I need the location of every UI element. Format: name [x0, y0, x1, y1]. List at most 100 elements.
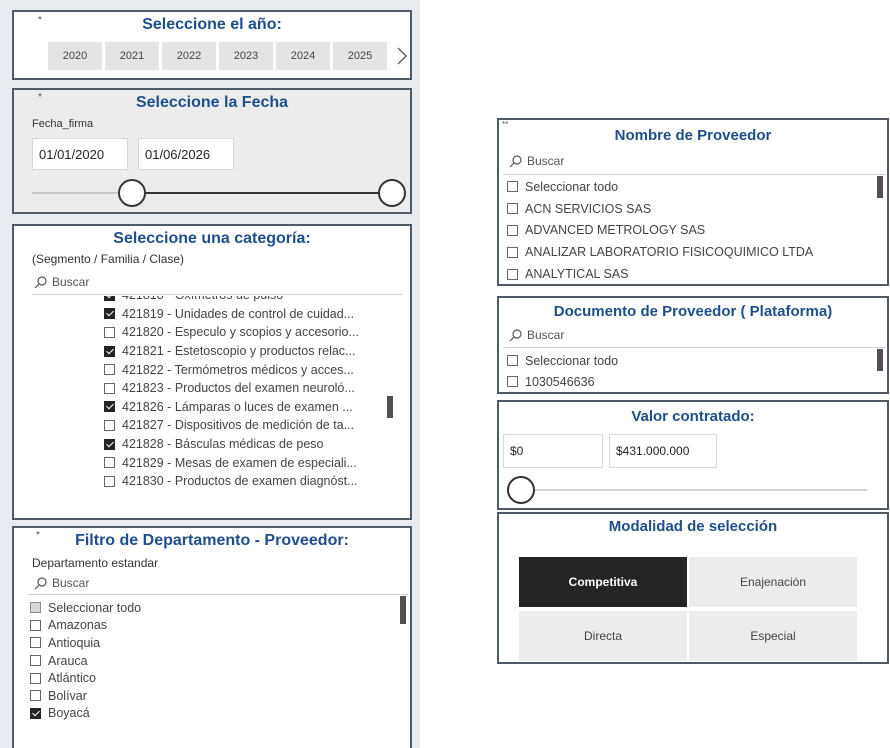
checkbox-icon[interactable]: [104, 308, 115, 320]
category-search[interactable]: Buscar: [34, 275, 89, 289]
provider-name-scrollbar[interactable]: [877, 176, 883, 198]
category-item[interactable]: 421819 - Unidades de control de cuidad..…: [104, 305, 394, 324]
checkbox-icon[interactable]: [507, 246, 518, 258]
department-item[interactable]: Atlántico: [30, 669, 400, 687]
department-search-divider: [28, 594, 408, 595]
checkbox-icon[interactable]: [104, 364, 115, 376]
provider-name-divider: [503, 174, 885, 175]
department-slicer-title: Filtro de Departamento - Proveedor:: [75, 532, 349, 549]
department-item[interactable]: Bolívar: [30, 687, 400, 705]
department-item[interactable]: Antioquia: [30, 634, 400, 652]
checkbox-icon[interactable]: [104, 419, 115, 431]
provider-name-item[interactable]: ANALIZAR LABORATORIO FISICOQUIMICO LTDA: [507, 241, 877, 263]
search-icon: [34, 275, 47, 288]
category-item-label: 421822 - Termómetros médicos y acces...: [122, 362, 354, 377]
provider-doc-item[interactable]: 1030546636: [507, 371, 877, 392]
modality-option-button[interactable]: Directa: [519, 611, 687, 661]
provider-name-item-label: ADVANCED METROLOGY SAS: [525, 223, 706, 238]
department-item[interactable]: Amazonas: [30, 617, 400, 635]
checkbox-icon[interactable]: [104, 475, 115, 487]
year-button[interactable]: 2020: [48, 42, 102, 70]
category-search-divider: [32, 294, 402, 295]
category-item[interactable]: 421818 - Oxímetros de pulso: [104, 296, 394, 305]
checkbox-icon[interactable]: [30, 690, 41, 702]
department-item-label: Seleccionar todo: [48, 600, 142, 615]
date-slicer-title: Seleccione la Fecha: [135, 94, 289, 111]
provider-name-item-label: ACN SERVICIOS SAS: [525, 201, 652, 216]
provider-name-list: Seleccionar todo ACN SERVICIOS SAS ADVANCE…: [507, 176, 877, 284]
checkbox-icon[interactable]: [104, 438, 115, 450]
year-button[interactable]: 2021: [105, 42, 159, 70]
provider-name-item[interactable]: ADVANCED METROLOGY SAS: [507, 220, 877, 242]
department-item[interactable]: Seleccionar todo: [30, 599, 400, 617]
category-item[interactable]: 421830 - Productos de examen diagnóst...: [104, 472, 394, 491]
modality-option-button[interactable]: Especial: [689, 611, 857, 661]
provider-doc-scrollbar[interactable]: [877, 349, 883, 371]
date-slider-end-handle[interactable]: [378, 179, 406, 207]
end-date-input[interactable]: 01/06/2026: [138, 138, 234, 170]
checkbox-icon[interactable]: [30, 619, 41, 631]
value-max-input[interactable]: $431.000.000: [609, 434, 717, 468]
checkbox-icon[interactable]: [507, 203, 518, 215]
checkbox-icon[interactable]: [30, 672, 41, 684]
category-item[interactable]: 421822 - Termómetros médicos y acces...: [104, 360, 394, 379]
category-item-label: 421819 - Unidades de control de cuidad..…: [122, 306, 355, 321]
checkbox-icon[interactable]: [507, 355, 518, 366]
department-search-placeholder: Buscar: [52, 576, 90, 590]
checkbox-icon[interactable]: [507, 376, 518, 387]
category-slicer: Seleccione una categoría: (Segmento / Fa…: [12, 224, 412, 520]
year-button[interactable]: 2024: [276, 42, 330, 70]
category-item[interactable]: 421827 - Dispositivos de medición de ta.…: [104, 416, 394, 435]
category-item[interactable]: 421820 - Especulo y scopios y accesorio.…: [104, 323, 394, 342]
checkbox-icon[interactable]: [507, 268, 518, 280]
checkbox-icon[interactable]: [30, 637, 41, 649]
value-slider-track: [517, 489, 867, 491]
year-button[interactable]: 2023: [219, 42, 273, 70]
department-search[interactable]: Buscar: [34, 576, 89, 590]
provider-name-item[interactable]: Seleccionar todo: [507, 176, 877, 198]
checkbox-icon[interactable]: [104, 296, 115, 301]
category-item[interactable]: 421829 - Mesas de examen de especiali...: [104, 453, 394, 472]
provider-doc-item[interactable]: Seleccionar todo: [507, 350, 877, 371]
checkbox-icon[interactable]: [104, 401, 115, 413]
value-min-input[interactable]: $0: [503, 434, 603, 468]
checkbox-icon[interactable]: [30, 602, 41, 614]
checkbox-icon[interactable]: [30, 707, 41, 719]
category-list: 421818 - Oxímetros de pulso 421819 - Unid…: [104, 296, 394, 518]
value-slider-start-handle[interactable]: [507, 476, 535, 504]
date-field-label: Fecha_firma: [32, 118, 94, 130]
department-item[interactable]: Arauca: [30, 652, 400, 670]
value-slicer: Valor contratado: $0 $431.000.000: [497, 400, 889, 510]
start-date-input[interactable]: 01/01/2020: [32, 138, 128, 170]
checkbox-icon[interactable]: [104, 326, 115, 338]
year-button[interactable]: 2022: [162, 42, 216, 70]
category-item[interactable]: 421823 - Productos del examen neuroló...: [104, 379, 394, 398]
provider-doc-search-placeholder: Buscar: [527, 328, 565, 342]
provider-doc-search[interactable]: Buscar: [509, 328, 564, 342]
checkbox-icon[interactable]: [507, 224, 518, 236]
provider-doc-divider: [503, 347, 885, 348]
provider-doc-slicer: Documento de Proveedor ( Plataforma) Bus…: [497, 296, 889, 394]
modality-option-button[interactable]: Competitiva: [519, 557, 687, 607]
category-item[interactable]: 421821 - Estetoscopio y productos relac.…: [104, 342, 394, 361]
department-item[interactable]: Boyacá: [30, 705, 400, 723]
checkbox-icon[interactable]: [507, 181, 518, 193]
year-slicer-title: Seleccione el año:: [142, 16, 282, 33]
date-slicer: * Seleccione la Fecha Fecha_firma 01/01/…: [12, 88, 412, 214]
checkbox-icon[interactable]: [104, 345, 115, 357]
checkbox-icon[interactable]: [104, 382, 115, 394]
checkbox-icon[interactable]: [104, 457, 115, 469]
category-item[interactable]: 421826 - Lámparas o luces de examen ...: [104, 398, 394, 417]
date-slider-start-handle[interactable]: [118, 179, 146, 207]
modality-option-button[interactable]: Enajenación: [689, 557, 857, 607]
provider-name-item[interactable]: ACN SERVICIOS SAS: [507, 198, 877, 220]
provider-name-search[interactable]: Buscar: [509, 154, 564, 168]
provider-name-item[interactable]: ANALYTICAL SAS: [507, 263, 877, 284]
department-item-label: Boyacá: [48, 706, 90, 721]
department-scrollbar[interactable]: [400, 596, 406, 624]
checkbox-icon[interactable]: [30, 655, 41, 667]
category-scrollbar[interactable]: [387, 396, 393, 418]
year-button[interactable]: 2025: [333, 42, 387, 70]
category-item[interactable]: 421828 - Básculas médicas de peso: [104, 435, 394, 454]
chevron-right-icon[interactable]: [396, 46, 408, 66]
